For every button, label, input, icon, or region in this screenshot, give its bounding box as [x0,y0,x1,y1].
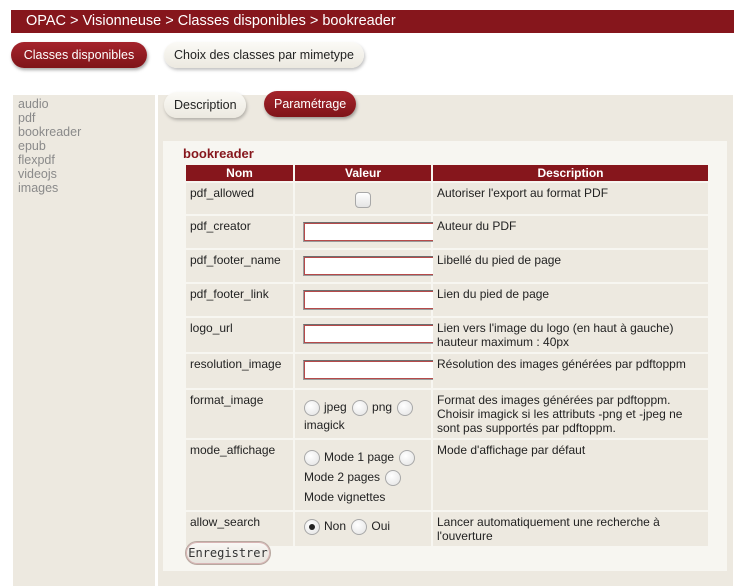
column-header-nom: Nom [186,165,293,181]
param-name: mode_affichage [186,440,293,510]
param-value [295,250,437,282]
logo-url-input[interactable] [303,324,437,344]
parameters-table: Nom Valeur Description pdf_allowed Autor… [184,163,710,548]
table-row: pdf_footer_link Lien du pied de page [186,284,708,316]
param-name: pdf_footer_link [186,284,293,316]
param-value: Mode 1 page Mode 2 pages Mode vignettes [295,440,431,510]
subtab-parametrage[interactable]: Paramétrage [264,91,356,117]
radio-png[interactable] [352,399,369,416]
option-non-label: Non [324,519,347,533]
param-description: Résolution des images générées par pdfto… [433,354,708,388]
breadcrumb-current: bookreader [322,13,396,29]
radio-jpeg[interactable] [304,399,320,416]
param-name: pdf_creator [186,216,293,248]
param-name: format_image [186,390,293,438]
param-description: Lancer automatiquement une recherche à l… [433,512,708,546]
table-row: format_image jpeg png imagick Format des… [186,390,708,438]
radio-mode-2-pages[interactable] [399,449,416,466]
radio-imagick[interactable] [397,399,414,416]
option-oui-label: Oui [371,519,391,533]
table-row: resolution_image Résolution des images g… [186,354,708,388]
pdf-allowed-checkbox[interactable] [355,192,371,208]
radio-oui[interactable] [351,518,368,535]
sidebar-item-images[interactable]: images [18,181,150,195]
sidebar-item-bookreader[interactable]: bookreader [18,125,150,139]
param-value: Non Oui [295,512,431,546]
sidebar-item-audio[interactable]: audio [18,97,150,111]
param-name: logo_url [186,318,293,352]
param-name: resolution_image [186,354,293,388]
subtab-description[interactable]: Description [164,92,246,118]
param-value [295,354,437,388]
breadcrumb-visionneuse[interactable]: Visionneuse [83,13,162,29]
column-header-description: Description [433,165,708,181]
table-row: logo_url Lien vers l'image du logo (en h… [186,318,708,352]
resolution-image-input[interactable] [303,360,437,380]
param-description: Libellé du pied de page [433,250,708,282]
option-imagick-label: imagick [304,418,345,432]
param-description: Lien vers l'image du logo (en haut à gau… [433,318,708,352]
table-row: pdf_creator Auteur du PDF [186,216,708,248]
param-description: Lien du pied de page [433,284,708,316]
option-png-label: png [372,400,393,414]
param-value [295,284,437,316]
sidebar-item-flexpdf[interactable]: flexpdf [18,153,150,167]
param-value [295,216,437,248]
breadcrumb: OPAC > Visionneuse > Classes disponibles > boo… [11,10,734,33]
option-mode-2-pages-label: Mode 2 pages [304,470,381,484]
tab-classes-disponibles[interactable]: Classes disponibles [11,42,147,68]
sidebar-item-epub[interactable]: epub [18,139,150,153]
param-value: jpeg png imagick [295,390,431,438]
option-mode-vignettes-label: Mode vignettes [304,490,386,504]
breadcrumb-separator: > [165,13,174,29]
breadcrumb-classes[interactable]: Classes disponibles [178,13,306,29]
breadcrumb-opac[interactable]: OPAC [26,13,66,29]
table-header-row: Nom Valeur Description [186,165,708,181]
breadcrumb-separator: > [309,13,319,29]
param-name: pdf_allowed [186,183,293,214]
param-description: Auteur du PDF [433,216,708,248]
table-row: pdf_allowed Autoriser l'export au format… [186,183,708,214]
param-value [295,318,437,352]
pdf-footer-name-input[interactable] [303,256,437,276]
radio-mode-vignettes[interactable] [385,469,402,486]
section-title: bookreader [183,146,254,161]
option-mode-1-page-label: Mode 1 page [324,450,395,464]
table-row: mode_affichage Mode 1 page Mode 2 pages … [186,440,708,510]
sidebar-item-pdf[interactable]: pdf [18,111,150,125]
param-description: Autoriser l'export au format PDF [433,183,708,214]
table-row: pdf_footer_name Libellé du pied de page [186,250,708,282]
sidebar-item-videojs[interactable]: videojs [18,167,150,181]
save-button[interactable]: Enregistrer [185,541,271,565]
pdf-creator-input[interactable] [303,222,437,242]
radio-mode-1-page[interactable] [304,449,320,466]
column-header-valeur: Valeur [295,165,431,181]
param-description: Format des images générées par pdftoppm.… [433,390,708,438]
radio-non[interactable] [304,518,320,535]
param-value [295,183,431,214]
param-name: pdf_footer_name [186,250,293,282]
table-row: allow_search Non Oui Lancer automatiquem… [186,512,708,546]
option-jpeg-label: jpeg [324,400,347,414]
sidebar: audio pdf bookreader epub flexpdf videoj… [13,95,155,586]
param-description: Mode d'affichage par défaut [433,440,708,510]
tab-choix-mimetype[interactable]: Choix des classes par mimetype [164,42,364,68]
breadcrumb-separator: > [70,13,79,29]
pdf-footer-link-input[interactable] [303,290,437,310]
